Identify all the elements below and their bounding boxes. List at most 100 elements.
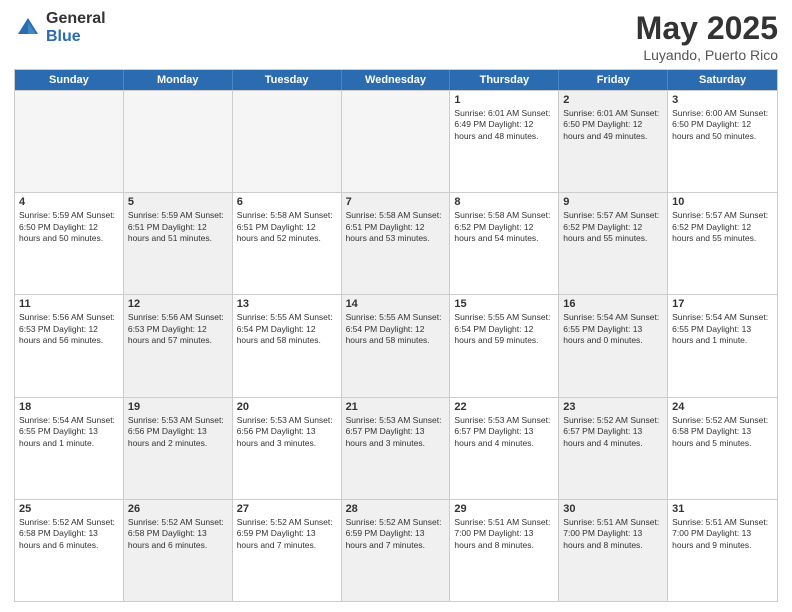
calendar-row: 18Sunrise: 5:54 AM Sunset: 6:55 PM Dayli… [15,397,777,499]
day-number: 21 [346,401,446,413]
calendar-cell: 1 Sunrise: 6:01 AM Sunset: 6:49 PM Daylig… [450,91,559,192]
day-info: Sunrise: 6:01 AM Sunset: 6:49 PM Dayligh… [454,108,554,142]
day-number: 5 [128,196,228,208]
calendar-cell: 11 Sunrise: 5:56 AM Sunset: 6:53 PM Dayli… [15,295,124,396]
calendar-cell: 15 Sunrise: 5:55 AM Sunset: 6:54 PM Dayli… [450,295,559,396]
day-number: 24 [672,401,773,413]
day-info: Sunrise: 5:54 AM Sunset: 6:55 PM Dayligh… [672,312,773,346]
day-number: 15 [454,298,554,310]
calendar-cell [124,91,233,192]
calendar-cell: 28Sunrise: 5:52 AM Sunset: 6:59 PM Dayli… [342,500,451,601]
day-number: 3 [672,94,773,106]
day-number: 1 [454,94,554,106]
day-info: Sunrise: 5:52 AM Sunset: 6:59 PM Dayligh… [237,517,337,551]
calendar-cell: 5Sunrise: 5:59 AM Sunset: 6:51 PM Daylig… [124,193,233,294]
weekday-header: Tuesday [233,70,342,90]
day-info: Sunrise: 5:55 AM Sunset: 6:54 PM Dayligh… [346,312,446,346]
day-info: Sunrise: 5:51 AM Sunset: 7:00 PM Dayligh… [563,517,663,551]
calendar-cell: 19 Sunrise: 5:53 AM Sunset: 6:56 PM Dayli… [124,398,233,499]
day-number: 31 [672,503,773,515]
logo-blue-label: Blue [46,28,106,46]
day-number: 18 [19,401,119,413]
calendar-cell: 4 Sunrise: 5:59 AM Sunset: 6:50 PM Daylig… [15,193,124,294]
title-block: May 2025 Luyando, Puerto Rico [636,10,778,63]
day-number: 19 [128,401,228,413]
day-info: Sunrise: 5:57 AM Sunset: 6:52 PM Dayligh… [672,210,773,244]
calendar-cell: 9 Sunrise: 5:57 AM Sunset: 6:52 PM Daylig… [559,193,668,294]
calendar-cell: 12Sunrise: 5:56 AM Sunset: 6:53 PM Dayli… [124,295,233,396]
calendar-cell: 27 Sunrise: 5:52 AM Sunset: 6:59 PM Dayli… [233,500,342,601]
day-number: 8 [454,196,554,208]
day-number: 26 [128,503,228,515]
day-info: Sunrise: 5:57 AM Sunset: 6:52 PM Dayligh… [563,210,663,244]
day-info: Sunrise: 5:55 AM Sunset: 6:54 PM Dayligh… [454,312,554,346]
weekday-header: Monday [124,70,233,90]
calendar-cell: 2Sunrise: 6:01 AM Sunset: 6:50 PM Daylig… [559,91,668,192]
calendar-cell [15,91,124,192]
calendar-cell [233,91,342,192]
logo-general-label: General [46,10,106,28]
calendar-cell: 6Sunrise: 5:58 AM Sunset: 6:51 PM Daylig… [233,193,342,294]
day-info: Sunrise: 5:58 AM Sunset: 6:52 PM Dayligh… [454,210,554,244]
calendar-row: 1 Sunrise: 6:01 AM Sunset: 6:49 PM Daylig… [15,90,777,192]
day-number: 13 [237,298,337,310]
month-title: May 2025 [636,10,778,47]
calendar-cell [342,91,451,192]
day-info: Sunrise: 5:55 AM Sunset: 6:54 PM Dayligh… [237,312,337,346]
weekday-header: Saturday [668,70,777,90]
day-number: 2 [563,94,663,106]
logo-text: General Blue [46,10,106,45]
calendar-cell: 13 Sunrise: 5:55 AM Sunset: 6:54 PM Dayli… [233,295,342,396]
day-number: 16 [563,298,663,310]
weekday-header: Friday [559,70,668,90]
calendar-cell: 22Sunrise: 5:53 AM Sunset: 6:57 PM Dayli… [450,398,559,499]
weekday-header: Sunday [15,70,124,90]
day-info: Sunrise: 5:51 AM Sunset: 7:00 PM Dayligh… [672,517,773,551]
calendar-cell: 20 Sunrise: 5:53 AM Sunset: 6:56 PM Dayli… [233,398,342,499]
calendar-cell: 26Sunrise: 5:52 AM Sunset: 6:58 PM Dayli… [124,500,233,601]
calendar-cell: 10 Sunrise: 5:57 AM Sunset: 6:52 PM Dayli… [668,193,777,294]
day-number: 27 [237,503,337,515]
day-info: Sunrise: 5:53 AM Sunset: 6:56 PM Dayligh… [128,415,228,449]
day-info: Sunrise: 5:51 AM Sunset: 7:00 PM Dayligh… [454,517,554,551]
day-info: Sunrise: 5:58 AM Sunset: 6:51 PM Dayligh… [237,210,337,244]
day-info: Sunrise: 5:59 AM Sunset: 6:50 PM Dayligh… [19,210,119,244]
calendar-cell: 25 Sunrise: 5:52 AM Sunset: 6:58 PM Dayli… [15,500,124,601]
day-number: 22 [454,401,554,413]
day-info: Sunrise: 5:53 AM Sunset: 6:56 PM Dayligh… [237,415,337,449]
day-info: Sunrise: 5:54 AM Sunset: 6:55 PM Dayligh… [563,312,663,346]
weekday-header: Thursday [450,70,559,90]
calendar-cell: 18Sunrise: 5:54 AM Sunset: 6:55 PM Dayli… [15,398,124,499]
day-number: 20 [237,401,337,413]
calendar-cell: 31 Sunrise: 5:51 AM Sunset: 7:00 PM Dayli… [668,500,777,601]
calendar-cell: 8 Sunrise: 5:58 AM Sunset: 6:52 PM Daylig… [450,193,559,294]
day-number: 23 [563,401,663,413]
day-info: Sunrise: 5:56 AM Sunset: 6:53 PM Dayligh… [128,312,228,346]
calendar-row: 25 Sunrise: 5:52 AM Sunset: 6:58 PM Dayli… [15,499,777,601]
calendar-header: SundayMondayTuesdayWednesdayThursdayFrid… [15,70,777,90]
day-number: 4 [19,196,119,208]
logo-icon [14,14,42,42]
day-info: Sunrise: 6:00 AM Sunset: 6:50 PM Dayligh… [672,108,773,142]
day-info: Sunrise: 5:52 AM Sunset: 6:58 PM Dayligh… [672,415,773,449]
calendar-cell: 14 Sunrise: 5:55 AM Sunset: 6:54 PM Dayli… [342,295,451,396]
calendar-cell: 16 Sunrise: 5:54 AM Sunset: 6:55 PM Dayli… [559,295,668,396]
day-info: Sunrise: 5:56 AM Sunset: 6:53 PM Dayligh… [19,312,119,346]
day-info: Sunrise: 5:52 AM Sunset: 6:58 PM Dayligh… [19,517,119,551]
calendar-cell: 29Sunrise: 5:51 AM Sunset: 7:00 PM Dayli… [450,500,559,601]
calendar-body: 1 Sunrise: 6:01 AM Sunset: 6:49 PM Daylig… [15,90,777,601]
day-number: 7 [346,196,446,208]
calendar-cell: 3 Sunrise: 6:00 AM Sunset: 6:50 PM Daylig… [668,91,777,192]
day-number: 14 [346,298,446,310]
day-number: 25 [19,503,119,515]
day-info: Sunrise: 5:53 AM Sunset: 6:57 PM Dayligh… [346,415,446,449]
day-number: 30 [563,503,663,515]
calendar-cell: 23 Sunrise: 5:52 AM Sunset: 6:57 PM Dayli… [559,398,668,499]
day-number: 10 [672,196,773,208]
day-info: Sunrise: 5:52 AM Sunset: 6:57 PM Dayligh… [563,415,663,449]
calendar-cell: 24 Sunrise: 5:52 AM Sunset: 6:58 PM Dayli… [668,398,777,499]
day-info: Sunrise: 5:58 AM Sunset: 6:51 PM Dayligh… [346,210,446,244]
calendar-cell: 7 Sunrise: 5:58 AM Sunset: 6:51 PM Daylig… [342,193,451,294]
day-number: 11 [19,298,119,310]
day-number: 9 [563,196,663,208]
